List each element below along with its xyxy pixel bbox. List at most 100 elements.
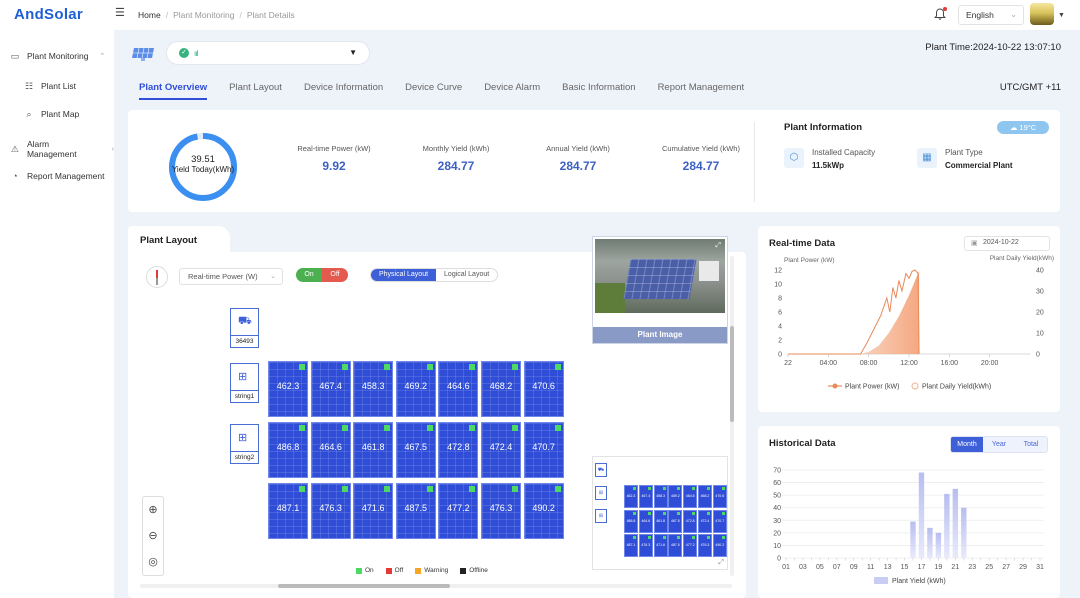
tab-month[interactable]: Month: [951, 437, 983, 452]
plant-layout-canvas[interactable]: Real-time Power (W) ⌄ On Off Physical La…: [128, 236, 746, 598]
solar-panel[interactable]: 476.3: [310, 483, 351, 539]
status-flag: [341, 364, 348, 370]
tab-total[interactable]: Total: [1015, 437, 1047, 452]
legend-yield-label: Plant Daily Yield(kWh): [922, 384, 991, 391]
solar-panel[interactable]: 464.6: [310, 422, 351, 478]
stat-value: 284.77: [437, 159, 475, 173]
sidebar-item-plant-monitoring[interactable]: ▭ Plant Monitoring ⌃: [10, 51, 106, 61]
mini-panel-value: 467.5: [671, 518, 680, 523]
solar-panel[interactable]: 458.3: [353, 361, 394, 417]
sidebar-item-plant-map[interactable]: ⌕ Plant Map: [24, 109, 79, 119]
x-tick-label: 27: [1002, 564, 1010, 571]
mini-panel-value: 487.5: [671, 543, 680, 547]
solar-panel[interactable]: 461.8: [353, 422, 394, 478]
horizontal-scrollbar[interactable]: [140, 584, 732, 588]
sidebar-item-alarm-management[interactable]: ⚠ Alarm Management ›: [10, 139, 114, 159]
device-label: string2: [231, 451, 258, 463]
expand-icon[interactable]: ⤢: [715, 242, 721, 250]
solar-panel[interactable]: 467.4: [310, 361, 351, 417]
signal-icon: ııl: [194, 49, 198, 58]
solar-panel[interactable]: 471.6: [353, 483, 394, 539]
plant-image-button[interactable]: Plant Image: [593, 327, 727, 343]
on-button[interactable]: On: [296, 268, 322, 282]
legend-swatch: [415, 567, 422, 574]
layout-minimap[interactable]: ⛟ ⊞ ⊞ 462.3 467.4 458.3 469.2 464.6 468.2 470.…: [592, 456, 728, 570]
solar-panel[interactable]: 464.6: [438, 361, 479, 417]
mini-panel-value: 472.4: [700, 518, 710, 523]
locate-icon[interactable]: ◎: [143, 549, 163, 575]
plant-image-card[interactable]: ⤢ Plant Image: [592, 236, 728, 344]
right-axis-label: Plant Daily Yield(kWh): [990, 255, 1054, 262]
inverter-device[interactable]: ⛟ 36493: [230, 308, 259, 348]
notification-bell-icon[interactable]: [934, 7, 947, 21]
left-axis-label: Plant Power (kW): [784, 257, 835, 264]
scroll-thumb[interactable]: [730, 326, 734, 422]
solar-panel[interactable]: 462.3: [268, 361, 308, 417]
left-tick-label: 8: [778, 296, 782, 303]
mini-panel-value: 470.7: [715, 518, 725, 523]
mini-panel-value: 487.1: [626, 543, 636, 547]
menu-toggle-icon[interactable]: ☰: [115, 8, 126, 19]
tab-year[interactable]: Year: [983, 437, 1015, 452]
tab-device-curve[interactable]: Device Curve: [405, 82, 462, 100]
status-flag: [299, 486, 305, 492]
tab-plant-layout[interactable]: Plant Layout: [229, 82, 282, 100]
mini-panel-value: 472.8: [685, 518, 695, 523]
solar-panel[interactable]: 490.2: [523, 483, 564, 539]
solar-panel[interactable]: 487.5: [395, 483, 436, 539]
solar-panel[interactable]: 470.7: [523, 422, 564, 478]
zoom-out-icon[interactable]: ⊖: [143, 523, 163, 549]
overview-card: 39.51 Yield Today(kWh) Real-time Power (…: [128, 110, 1060, 212]
tab-device-information[interactable]: Device Information: [304, 82, 383, 100]
off-button[interactable]: Off: [322, 268, 348, 282]
cube-icon: ⬡: [784, 148, 804, 168]
sidebar-item-label: Plant List: [41, 81, 76, 91]
historical-data-card: Historical Data Month Year Total 0 10 20 30…: [758, 426, 1060, 598]
tab-device-alarm[interactable]: Device Alarm: [484, 82, 540, 100]
solar-panel[interactable]: 487.1: [268, 483, 308, 539]
solar-panel[interactable]: 470.6: [523, 361, 564, 417]
scroll-thumb[interactable]: [278, 584, 450, 588]
breadcrumb-home[interactable]: Home: [138, 10, 161, 20]
physical-layout-button[interactable]: Physical Layout: [371, 269, 437, 281]
caret-down-icon[interactable]: ▼: [1058, 12, 1065, 19]
logical-layout-button[interactable]: Logical Layout: [436, 269, 497, 281]
solar-panel[interactable]: 472.8: [438, 422, 479, 478]
expand-icon[interactable]: ⤢: [718, 559, 724, 567]
x-tick-label: 31: [1036, 564, 1044, 571]
bar: [918, 472, 925, 558]
app-logo[interactable]: AndSolar: [14, 6, 83, 23]
solar-panel[interactable]: 476.3: [481, 483, 521, 539]
string-device[interactable]: ⊞ string1: [230, 363, 259, 403]
zoom-in-icon[interactable]: ⊕: [143, 497, 163, 523]
plant-select[interactable]: ✓ ııl ▼: [166, 41, 370, 65]
mini-solar-panel: 467.5: [668, 509, 683, 533]
date-picker[interactable]: ▣ 2024-10-22: [964, 236, 1050, 251]
on-off-toggle[interactable]: On Off: [296, 268, 348, 282]
tab-report-management[interactable]: Report Management: [658, 82, 745, 100]
solar-panel[interactable]: 472.4: [481, 422, 521, 478]
user-avatar[interactable]: [1030, 3, 1054, 25]
y-tick-label: 10: [773, 543, 781, 550]
solar-panel[interactable]: 468.2: [481, 361, 521, 417]
breadcrumb-plant-monitoring[interactable]: Plant Monitoring: [173, 10, 234, 20]
solar-panel[interactable]: 486.8: [268, 422, 308, 478]
language-select[interactable]: English ⌄: [958, 5, 1024, 25]
string-device[interactable]: ⊞ string2: [230, 424, 259, 464]
solar-panel[interactable]: 469.2: [395, 361, 436, 417]
realtime-data-title: Real-time Data: [769, 238, 835, 249]
tab-basic-information[interactable]: Basic Information: [562, 82, 635, 100]
tab-plant-overview[interactable]: Plant Overview: [139, 82, 208, 100]
layout-switch[interactable]: Physical Layout Logical Layout: [370, 268, 499, 282]
x-tick-label: 11: [867, 564, 874, 571]
vertical-scrollbar[interactable]: [730, 256, 734, 576]
sidebar-item-plant-list[interactable]: ☷ Plant List: [24, 81, 76, 91]
solar-panel[interactable]: 477.2: [438, 483, 479, 539]
solar-panel[interactable]: 467.5: [395, 422, 436, 478]
metric-select[interactable]: Real-time Power (W) ⌄: [179, 268, 283, 285]
legend-yield-marker: [911, 382, 919, 390]
sidebar-item-report-management[interactable]: ◔ Report Management: [10, 171, 104, 181]
mini-panel-value: 467.4: [641, 494, 651, 498]
chevron-down-icon: ⌄: [1010, 10, 1017, 19]
mini-solar-panel: 476.3: [638, 534, 653, 557]
